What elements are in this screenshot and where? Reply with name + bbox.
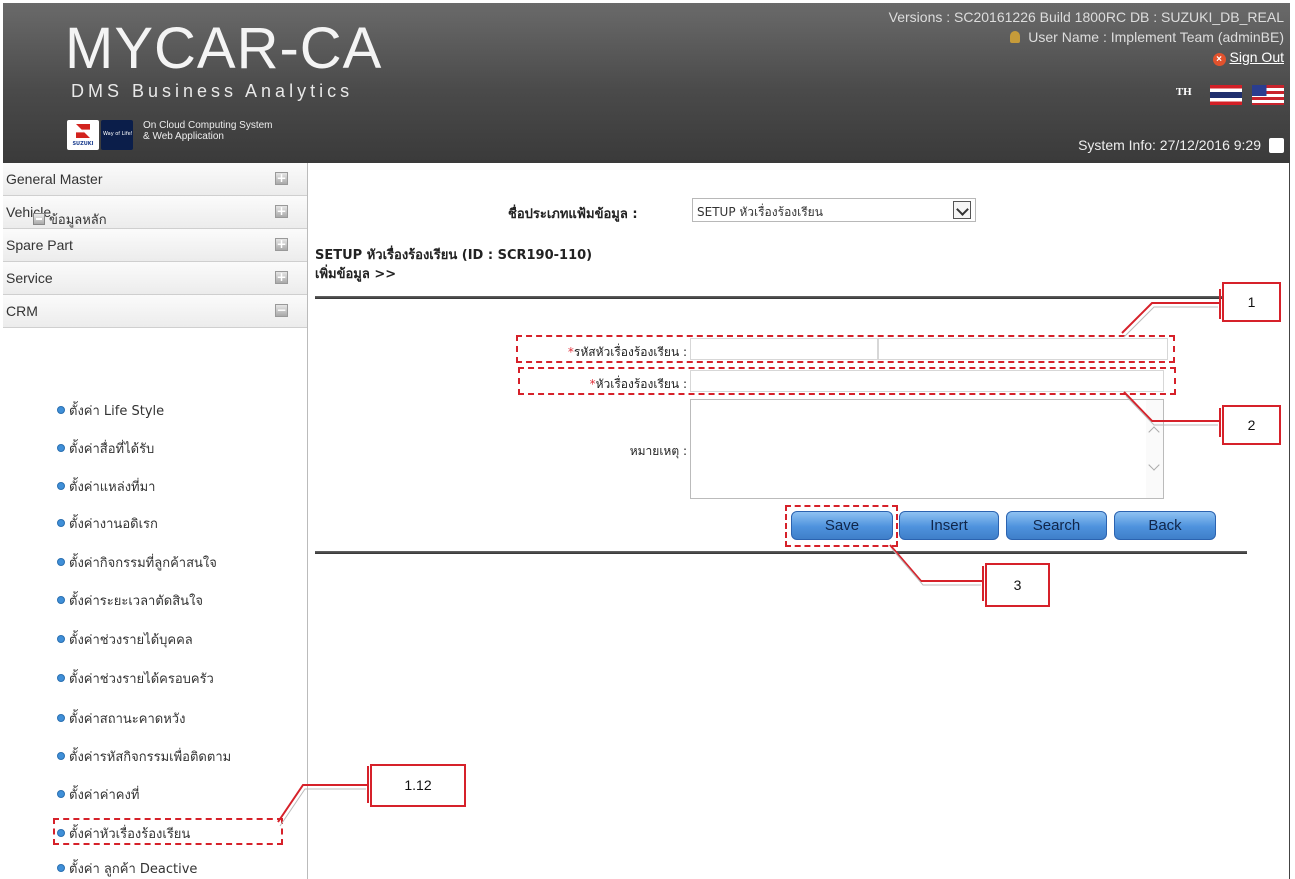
annotation-label-3: 3 bbox=[985, 563, 1050, 607]
annotation-connectors bbox=[277, 289, 1221, 827]
annotation-label-2: 2 bbox=[1222, 405, 1281, 445]
annotation-label-1: 1 bbox=[1222, 282, 1281, 322]
annotation-label-1-12: 1.12 bbox=[370, 764, 466, 807]
